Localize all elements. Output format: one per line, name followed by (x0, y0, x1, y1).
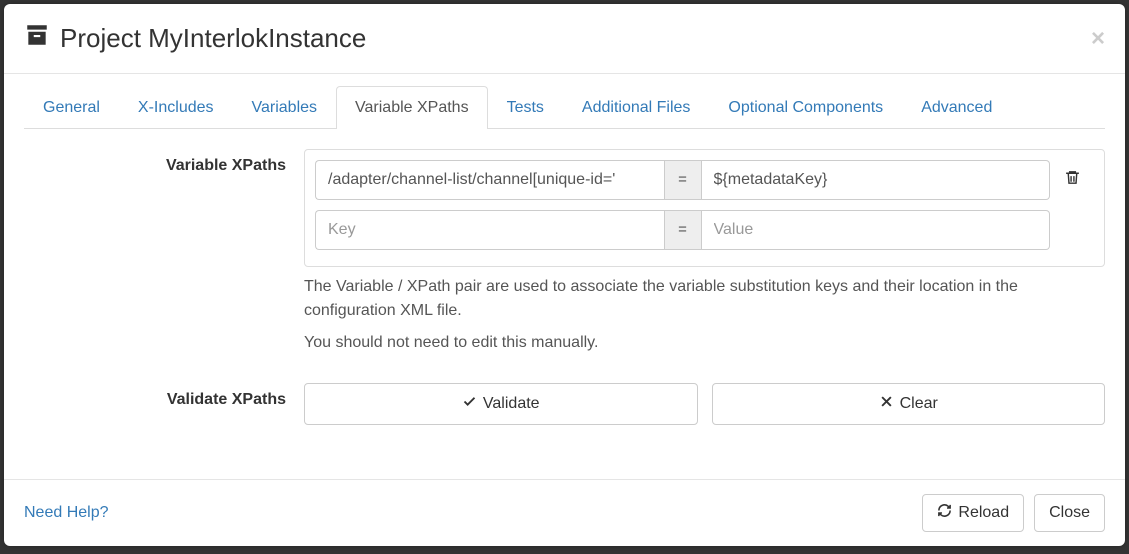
xpath-list: = = (304, 149, 1105, 267)
variable-xpaths-content: = = The Variable (304, 149, 1105, 355)
modal-title: Project MyInterlokInstance (24, 22, 366, 55)
tab-variable-xpaths[interactable]: Variable XPaths (336, 86, 488, 129)
xpath-key-input-empty[interactable] (315, 210, 664, 250)
modal-header: Project MyInterlokInstance × (4, 4, 1125, 74)
tab-x-includes[interactable]: X-Includes (119, 86, 233, 129)
need-help-link[interactable]: Need Help? (24, 504, 109, 522)
validate-xpaths-label: Validate XPaths (24, 383, 304, 425)
validate-xpaths-content: Validate Clear (304, 383, 1105, 425)
clear-button[interactable]: Clear (712, 383, 1106, 425)
xpath-entry-empty: = (315, 210, 1094, 250)
reload-icon (937, 503, 952, 523)
delete-xpath-button[interactable] (1050, 169, 1094, 191)
close-button-label: Close (1049, 504, 1090, 522)
tab-advanced[interactable]: Advanced (902, 86, 1011, 129)
equals-separator: = (664, 160, 702, 200)
archive-icon (24, 22, 50, 55)
variable-xpaths-label: Variable XPaths (24, 149, 304, 355)
xpath-value-input-empty[interactable] (702, 210, 1051, 250)
variable-xpaths-row: Variable XPaths = = (24, 149, 1105, 355)
xpath-help-text-2: You should not need to edit this manuall… (304, 331, 1105, 355)
clear-button-label: Clear (900, 395, 938, 413)
reload-button[interactable]: Reload (922, 494, 1024, 532)
xpath-key-input[interactable] (315, 160, 664, 200)
xpath-value-input[interactable] (702, 160, 1051, 200)
validate-button[interactable]: Validate (304, 383, 698, 425)
x-icon (879, 394, 894, 414)
xpath-entry: = (315, 160, 1094, 200)
tab-additional-files[interactable]: Additional Files (563, 86, 710, 129)
reload-button-label: Reload (958, 504, 1009, 522)
validate-xpaths-row: Validate XPaths Validate (24, 383, 1105, 425)
validate-button-label: Validate (483, 395, 540, 413)
project-settings-modal: Project MyInterlokInstance × General X-I… (4, 4, 1125, 546)
xpath-help-text-1: The Variable / XPath pair are used to as… (304, 275, 1105, 323)
tab-general[interactable]: General (24, 86, 119, 129)
close-icon[interactable]: × (1091, 27, 1105, 51)
form-area: Variable XPaths = = (24, 129, 1105, 425)
tab-optional-components[interactable]: Optional Components (709, 86, 902, 129)
validate-button-row: Validate Clear (304, 383, 1105, 425)
tab-bar: General X-Includes Variables Variable XP… (24, 86, 1105, 129)
close-button[interactable]: Close (1034, 494, 1105, 532)
tab-tests[interactable]: Tests (488, 86, 563, 129)
modal-footer: Need Help? Reload Close (4, 479, 1125, 546)
check-icon (462, 394, 477, 414)
modal-title-text: Project MyInterlokInstance (60, 23, 366, 54)
footer-buttons: Reload Close (922, 494, 1105, 532)
modal-body: General X-Includes Variables Variable XP… (4, 74, 1125, 479)
equals-separator: = (664, 210, 702, 250)
tab-variables[interactable]: Variables (233, 86, 337, 129)
